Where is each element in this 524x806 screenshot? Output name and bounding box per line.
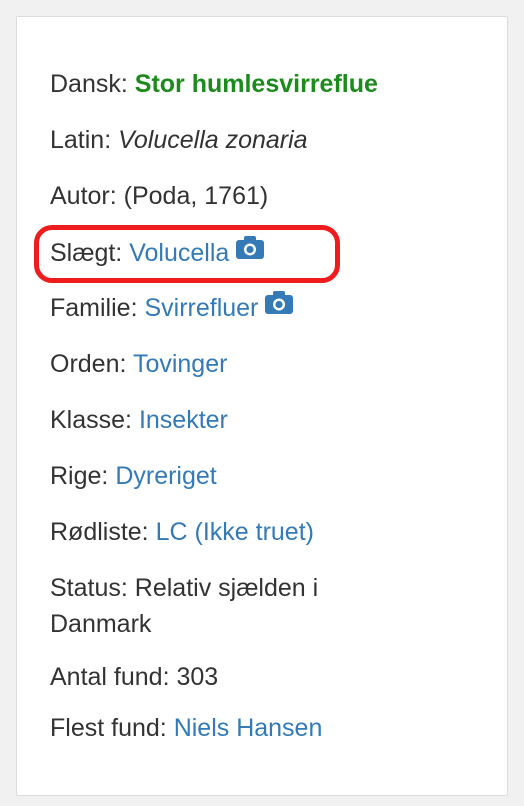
row-familie: Familie: Svirrefluer <box>50 290 294 326</box>
row-latin: Latin: Volucella zonaria <box>50 122 308 158</box>
antal-fund-value: 303 <box>176 663 219 691</box>
dansk-label: Dansk: <box>50 70 128 98</box>
row-flest-fund: Flest fund: Niels Hansen <box>50 710 322 746</box>
row-dansk: Dansk: Stor humlesvirreflue <box>50 66 378 102</box>
row-rige: Rige: Dyreriget <box>50 458 217 494</box>
orden-link[interactable]: Tovinger <box>133 350 228 378</box>
familie-label: Familie: <box>50 294 138 322</box>
latin-name: Volucella zonaria <box>118 126 308 154</box>
row-klasse: Klasse: Insekter <box>50 402 228 438</box>
row-slaegt: Slægt: Volucella <box>50 235 265 271</box>
orden-label: Orden: <box>50 350 127 378</box>
antal-fund-label: Antal fund: <box>50 663 170 691</box>
camera-icon[interactable] <box>235 233 265 269</box>
autor-value: (Poda, 1761) <box>123 182 269 210</box>
autor-label: Autor: <box>50 182 117 210</box>
rige-link[interactable]: Dyreriget <box>115 462 216 490</box>
row-orden: Orden: Tovinger <box>50 346 227 382</box>
familie-link[interactable]: Svirrefluer <box>144 294 258 322</box>
camera-icon[interactable] <box>264 288 294 324</box>
slaegt-label: Slægt: <box>50 239 123 267</box>
latin-label: Latin: <box>50 126 112 154</box>
status-label: Status: <box>50 574 128 602</box>
roedliste-link[interactable]: LC (Ikke truet) <box>156 518 314 546</box>
danish-name: Stor humlesvirreflue <box>134 70 378 98</box>
flest-fund-label: Flest fund: <box>50 714 167 742</box>
klasse-link[interactable]: Insekter <box>139 406 228 434</box>
roedliste-label: Rødliste: <box>50 518 149 546</box>
row-status: Status: Relativ sjælden i Danmark <box>50 570 380 642</box>
rige-label: Rige: <box>50 462 109 490</box>
row-antal-fund: Antal fund: 303 <box>50 659 218 695</box>
row-roedliste: Rødliste: LC (Ikke truet) <box>50 514 314 550</box>
klasse-label: Klasse: <box>50 406 132 434</box>
row-autor: Autor: (Poda, 1761) <box>50 178 268 214</box>
flest-fund-link[interactable]: Niels Hansen <box>174 714 323 742</box>
slaegt-link[interactable]: Volucella <box>129 239 229 267</box>
